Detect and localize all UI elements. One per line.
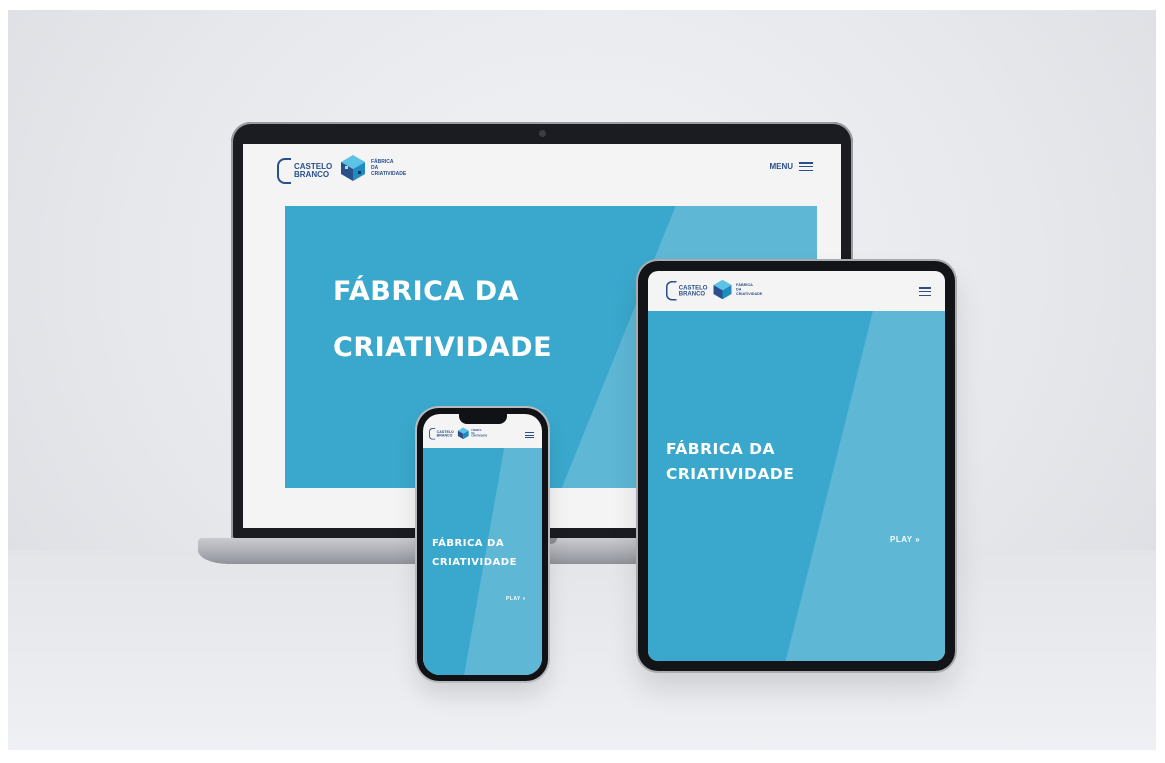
phone-hero-title-line2: CRIATIVIDADE	[432, 557, 517, 568]
phone-fabrica-logo[interactable]: FÁBRICA DA CRIATIVIDADE	[457, 427, 487, 440]
phone-device: CASTELO BRANCO FÁBRICA DA CRIATIVIDADE F…	[417, 408, 548, 681]
phone-play-button[interactable]: PLAY »	[506, 596, 526, 602]
phone-fabrica-line3: CRIATIVIDADE	[471, 434, 488, 438]
product-mockup-scene: CASTELO BRANCO FÁBRICA DA CRIATIVIDADE M…	[8, 10, 1156, 750]
fabrica-logo-line3: CRIATIVIDADE	[371, 171, 407, 177]
tablet-hero-title-line2: CRIATIVIDADE	[666, 465, 795, 483]
tablet-castelo-branco-logo[interactable]: CASTELO BRANCO	[666, 281, 707, 301]
fabrica-criatividade-logo[interactable]: FÁBRICA DA CRIATIVIDADE	[339, 154, 406, 182]
phone-cube-logo-icon	[457, 427, 469, 440]
phone-notch	[459, 414, 507, 424]
castelo-logo-line2: BRANCO	[294, 170, 330, 179]
tablet-fabrica-line3: CRIATIVIDADE	[736, 291, 763, 297]
phone-hero-title-line1: FÁBRICA DA	[432, 538, 505, 549]
phone-castelo-mark-icon	[429, 428, 436, 440]
tablet-menu-button[interactable]	[919, 287, 931, 296]
phone-hero: FÁBRICA DA CRIATIVIDADE PLAY »	[423, 448, 542, 675]
tablet-screen: CASTELO BRANCO FÁBRICA DA CRIATIVIDADE F…	[648, 271, 945, 661]
tablet-hamburger-icon	[919, 287, 931, 296]
cube-logo-icon	[341, 155, 365, 181]
phone-hamburger-icon	[525, 432, 534, 438]
laptop-camera	[539, 130, 546, 137]
hamburger-icon	[799, 162, 813, 171]
tablet-hero-title: FÁBRICA DA CRIATIVIDADE	[666, 437, 794, 487]
tablet-cube-logo-icon	[713, 279, 732, 300]
tablet-castelo-mark-icon	[666, 281, 677, 301]
hero-title-line1: FÁBRICA DA	[333, 276, 520, 307]
floor-surface	[8, 550, 1156, 750]
phone-castelo-line2: BRANCO	[436, 433, 453, 438]
phone-screen: CASTELO BRANCO FÁBRICA DA CRIATIVIDADE F…	[423, 414, 542, 675]
tablet-hero-title-line1: FÁBRICA DA	[666, 440, 775, 458]
hero-title-line2: CRIATIVIDADE	[333, 332, 553, 363]
site-header: CASTELO BRANCO FÁBRICA DA CRIATIVIDADE M…	[243, 144, 841, 200]
tablet-fabrica-logo[interactable]: FÁBRICA DA CRIATIVIDADE	[712, 279, 762, 300]
phone-hero-title: FÁBRICA DA CRIATIVIDADE	[432, 534, 517, 572]
tablet-play-button[interactable]: PLAY »	[890, 535, 920, 544]
phone-menu-button[interactable]	[525, 432, 534, 438]
tablet-hero: FÁBRICA DA CRIATIVIDADE PLAY »	[648, 311, 945, 661]
tablet-site-header: CASTELO BRANCO FÁBRICA DA CRIATIVIDADE	[648, 271, 945, 311]
hero-title: FÁBRICA DA CRIATIVIDADE	[333, 264, 552, 376]
castelo-branco-mark-icon	[277, 158, 291, 184]
menu-label: MENU	[769, 162, 793, 171]
tablet-castelo-line2: BRANCO	[678, 290, 706, 297]
phone-castelo-branco-logo[interactable]: CASTELO BRANCO	[429, 428, 454, 440]
tablet-device: CASTELO BRANCO FÁBRICA DA CRIATIVIDADE F…	[638, 261, 955, 671]
menu-button[interactable]: MENU	[769, 162, 813, 171]
castelo-branco-logo[interactable]: CASTELO BRANCO	[277, 158, 332, 184]
